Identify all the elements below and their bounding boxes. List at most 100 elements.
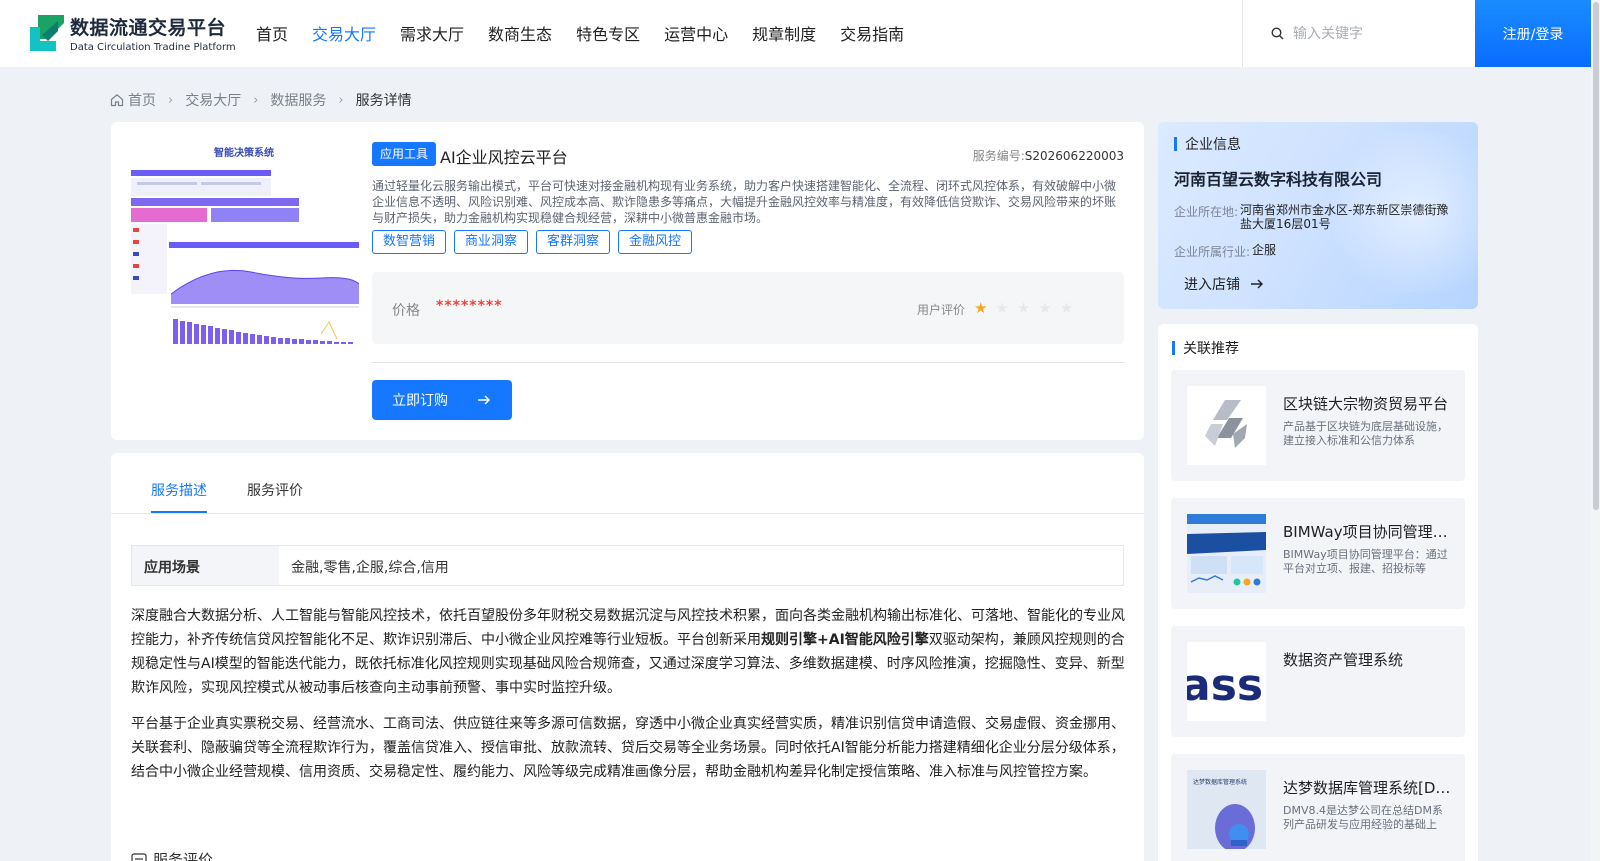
search-input[interactable]	[1293, 22, 1453, 46]
industry-label: 企业所属行业:	[1174, 245, 1251, 259]
application-scene-table: 应用场景 金融,零售,企服,综合,信用	[131, 545, 1124, 586]
dameng-book-icon: 达梦数据库管理系统	[1187, 770, 1266, 849]
enter-shop-label: 进入店铺	[1184, 277, 1240, 293]
breadcrumb-home[interactable]: 首页	[110, 90, 156, 110]
nav-regulations[interactable]: 规章制度	[752, 21, 816, 45]
industry-value: 企服	[1252, 243, 1277, 257]
recommend-desc: DMV8.4是达梦公司在总结DM系列产品研发与应用经验的基础上	[1283, 804, 1443, 831]
product-tags: 数智营销 商业洞察 客群洞察 金融风控	[372, 230, 700, 254]
recommend-desc: BIMWay项目协同管理平台：通过平台对立项、报建、招投标等	[1283, 548, 1448, 575]
recommend-desc: 产品基于区块链为底层基础设施，建立接入标准和公信力体系	[1283, 420, 1448, 447]
star-icon[interactable]: ★	[1038, 299, 1051, 317]
chevron-right-icon: ›	[338, 92, 344, 108]
nav-trading-hall[interactable]: 交易大厅	[312, 21, 376, 45]
blockchain-logo-icon	[1205, 400, 1247, 448]
thumb-title: 智能决策系统	[214, 146, 274, 159]
chevron-right-icon: ›	[253, 92, 259, 108]
tag-business-insight[interactable]: 商业洞察	[454, 230, 529, 254]
product-thumbnail[interactable]: 智能决策系统	[131, 144, 360, 349]
order-now-button[interactable]: 立即订购	[372, 380, 512, 420]
breadcrumb-trading-hall[interactable]: 交易大厅	[185, 90, 241, 110]
service-number: 服务编号:S202606220003	[973, 147, 1124, 164]
main-nav: 首页 交易大厅 需求大厅 数商生态 特色专区 运营中心 规章制度 交易指南	[256, 21, 928, 45]
recommend-thumbnail: 达梦数据库管理系统	[1187, 770, 1266, 849]
description-paragraph-2: 平台基于企业真实票税交易、经营流水、工商司法、供应链往来等多源可信数据，穿透中小…	[131, 716, 1125, 780]
breadcrumb-data-service[interactable]: 数据服务	[270, 90, 326, 110]
enter-shop-link[interactable]: 进入店铺	[1184, 274, 1264, 294]
recommend-thumbnail	[1187, 386, 1266, 465]
login-register-button[interactable]: 注册/登录	[1475, 0, 1591, 67]
order-now-label: 立即订购	[392, 393, 448, 409]
star-icon[interactable]: ★	[995, 299, 1008, 317]
nav-trading-guide[interactable]: 交易指南	[840, 21, 904, 45]
company-industry-row: 企业所属行业: 企服	[1174, 243, 1462, 260]
related-recommendations: 关联推荐 区块链大宗物资贸易平台 产品基于区块链为底层基础设施，建立接入标准和公…	[1158, 324, 1478, 861]
comment-icon	[131, 852, 147, 861]
tag-customer-insight[interactable]: 客群洞察	[536, 230, 611, 254]
arrow-right-icon	[478, 395, 491, 405]
recommend-item[interactable]: BIMWay项目协同管理平台 BIMWay项目协同管理平台：通过平台对立项、报建…	[1171, 498, 1465, 609]
star-icon[interactable]: ★	[1017, 299, 1030, 317]
nav-home[interactable]: 首页	[256, 21, 288, 45]
company-section-title: 企业信息	[1174, 134, 1241, 154]
rating-stars[interactable]: ★ ★ ★ ★ ★	[974, 299, 1081, 317]
recommend-section-label: 关联推荐	[1183, 341, 1239, 357]
search-box	[1242, 0, 1475, 67]
active-tab-indicator	[151, 511, 207, 513]
breadcrumb-home-label: 首页	[128, 93, 156, 109]
company-info-card: 企业信息 河南百望云数字科技有限公司 企业所在地: 河南省郑州市金水区-郑东新区…	[1158, 122, 1478, 309]
recommend-name: 数据资产管理系统	[1283, 651, 1404, 669]
breadcrumb: 首页 › 交易大厅 › 数据服务 › 服务详情	[110, 90, 412, 110]
product-header: 应用工具 AI企业风控云平台 服务编号:S202606220003	[372, 142, 1124, 168]
description-paragraph-1: 深度融合大数据分析、人工智能与智能风控技术，依托百望股份多年财税交易数据沉淀与风…	[131, 604, 1126, 700]
chevron-right-icon: ›	[168, 92, 174, 108]
arrow-right-icon	[1251, 279, 1263, 289]
logo-subtitle: Data Circulation Tradine Platform	[70, 42, 236, 53]
search-icon[interactable]	[1271, 27, 1284, 40]
nav-special-zone[interactable]: 特色专区	[576, 21, 640, 45]
nav-operation-center[interactable]: 运营中心	[664, 21, 728, 45]
top-header: 数据流通交易平台 Data Circulation Tradine Platfo…	[0, 0, 1600, 67]
review-subheading-label: 服务评价	[153, 851, 214, 861]
star-icon[interactable]: ★	[1060, 299, 1073, 317]
scene-value: 金融,零售,企服,综合,信用	[291, 560, 449, 576]
logo-title: 数据流通交易平台	[70, 17, 227, 39]
recommend-item[interactable]: 达梦数据库管理系统 达梦数据库管理系统[DM8] DMV8.4是达梦公司在总结D…	[1171, 754, 1465, 861]
tag-digital-marketing[interactable]: 数智营销	[372, 230, 447, 254]
service-number-value: S202606220003	[1024, 149, 1124, 163]
location-value: 河南省郑州市金水区-郑东新区崇德街豫盐大厦16层01号	[1240, 203, 1449, 231]
nav-ecosystem[interactable]: 数商生态	[488, 21, 552, 45]
recommend-section-title: 关联推荐	[1172, 338, 1239, 358]
scrollbar-thumb[interactable]	[1593, 2, 1599, 510]
section-bar	[1174, 137, 1177, 151]
price-box: 价格 ******** 用户评价 ★ ★ ★ ★ ★	[372, 272, 1124, 344]
location-label: 企业所在地:	[1174, 205, 1239, 219]
tab-service-description[interactable]: 服务描述	[151, 480, 207, 500]
breadcrumb-current: 服务详情	[355, 93, 412, 109]
product-description: 通过轻量化云服务输出模式，平台可快速对接金融机构现有业务系统，助力客户快速搭建智…	[372, 179, 1117, 225]
company-section-label: 企业信息	[1185, 137, 1241, 153]
detail-tabs: 服务描述 服务评价	[111, 453, 1144, 514]
nav-demand-hall[interactable]: 需求大厅	[400, 21, 464, 45]
recommend-name: 区块链大宗物资贸易平台	[1283, 395, 1449, 413]
recommend-item[interactable]: ass 数据资产管理系统	[1171, 626, 1465, 737]
price-label: 价格	[392, 303, 420, 319]
home-icon	[110, 94, 124, 107]
divider	[372, 362, 1124, 363]
company-name[interactable]: 河南百望云数字科技有限公司	[1174, 166, 1382, 190]
section-bar	[1172, 341, 1175, 355]
tag-financial-risk[interactable]: 金融风控	[618, 230, 693, 254]
review-subheading: 服务评价	[131, 849, 213, 861]
recommend-thumbnail: ass	[1187, 642, 1266, 721]
tab-service-review[interactable]: 服务评价	[247, 480, 303, 500]
star-icon[interactable]: ★	[974, 299, 987, 317]
recommend-name: 达梦数据库管理系统[DM8]	[1283, 779, 1451, 797]
logo-mark-icon	[28, 13, 66, 53]
site-logo[interactable]: 数据流通交易平台 Data Circulation Tradine Platfo…	[28, 13, 236, 53]
rating-label: 用户评价	[917, 303, 966, 317]
dameng-book-text: 达梦数据库管理系统	[1193, 778, 1247, 786]
price-value: ********	[436, 298, 503, 314]
recommend-item[interactable]: 区块链大宗物资贸易平台 产品基于区块链为底层基础设施，建立接入标准和公信力体系	[1171, 370, 1465, 481]
product-type-tag: 应用工具	[372, 142, 437, 166]
company-location-row: 企业所在地: 河南省郑州市金水区-郑东新区崇德街豫盐大厦16层01号	[1174, 203, 1450, 231]
